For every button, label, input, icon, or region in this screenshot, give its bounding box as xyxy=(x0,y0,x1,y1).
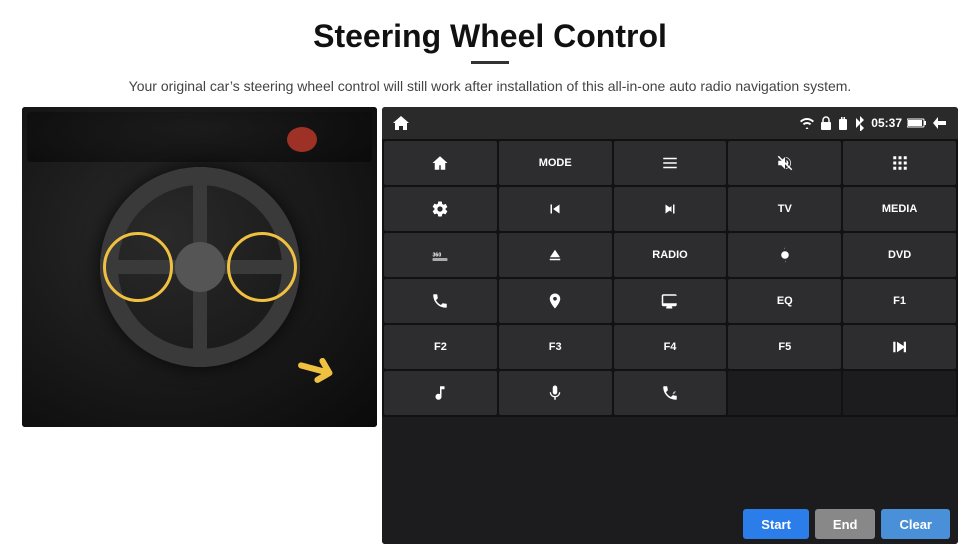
btn-volphone[interactable] xyxy=(614,371,727,415)
360cam-icon: 360 xyxy=(431,246,449,264)
btn-f3[interactable]: F3 xyxy=(499,325,612,369)
steering-wheel-image: ➜ xyxy=(22,107,377,427)
btn-tv[interactable]: TV xyxy=(728,187,841,231)
phone-icon xyxy=(431,292,449,310)
settings-icon xyxy=(431,200,449,218)
status-bar: 05:37 xyxy=(382,107,958,139)
eject-icon xyxy=(546,246,564,264)
brightness-icon xyxy=(776,246,794,264)
top-bar-right: 05:37 xyxy=(799,115,948,131)
btn-home[interactable] xyxy=(384,141,497,185)
btn-playpause[interactable] xyxy=(843,325,956,369)
btn-empty1 xyxy=(728,371,841,415)
btn-nav[interactable] xyxy=(499,279,612,323)
btn-360[interactable]: 360 xyxy=(384,233,497,277)
btn-media[interactable]: MEDIA xyxy=(843,187,956,231)
btn-f1[interactable]: F1 xyxy=(843,279,956,323)
title-divider xyxy=(471,61,509,64)
end-button[interactable]: End xyxy=(815,509,876,539)
mic-icon xyxy=(546,384,564,402)
btn-mode[interactable]: MODE xyxy=(499,141,612,185)
battery-icon xyxy=(907,117,927,129)
sdcard-icon xyxy=(837,116,849,130)
btn-eq[interactable]: EQ xyxy=(728,279,841,323)
lock-icon xyxy=(820,116,832,130)
btn-f4[interactable]: F4 xyxy=(614,325,727,369)
home-btn-icon xyxy=(431,154,449,172)
subtitle: Your original car’s steering wheel contr… xyxy=(60,76,920,97)
header-section: Steering Wheel Control Your original car… xyxy=(0,0,980,107)
list-icon xyxy=(661,154,679,172)
btn-next[interactable] xyxy=(614,187,727,231)
btn-settings[interactable] xyxy=(384,187,497,231)
btn-screen[interactable] xyxy=(614,279,727,323)
btn-empty2 xyxy=(843,371,956,415)
volphone-icon xyxy=(661,384,679,402)
bluetooth-icon xyxy=(854,115,866,131)
control-panel: 05:37 xyxy=(382,107,958,544)
right-control-circle xyxy=(227,232,297,302)
clock: 05:37 xyxy=(871,116,902,130)
btn-f2[interactable]: F2 xyxy=(384,325,497,369)
playpause-icon xyxy=(891,338,909,356)
top-bar-left xyxy=(392,115,410,131)
page-title: Steering Wheel Control xyxy=(60,18,920,55)
btn-mute[interactable] xyxy=(728,141,841,185)
bottom-actions: Start End Clear xyxy=(382,504,958,544)
btn-mic[interactable] xyxy=(499,371,612,415)
home-icon xyxy=(392,115,410,131)
screen-icon xyxy=(661,292,679,310)
btn-radio[interactable]: RADIO xyxy=(614,233,727,277)
button-grid: MODE xyxy=(382,139,958,417)
page: Steering Wheel Control Your original car… xyxy=(0,0,980,544)
nav-icon xyxy=(546,292,564,310)
prev-icon xyxy=(546,200,564,218)
btn-brightness[interactable] xyxy=(728,233,841,277)
wifi-icon xyxy=(799,117,815,129)
btn-eject[interactable] xyxy=(499,233,612,277)
btn-f5[interactable]: F5 xyxy=(728,325,841,369)
left-control-circle xyxy=(103,232,173,302)
btn-prev[interactable] xyxy=(499,187,612,231)
mute-icon xyxy=(776,154,794,172)
svg-text:360: 360 xyxy=(433,253,442,259)
apps-icon xyxy=(891,154,909,172)
btn-list[interactable] xyxy=(614,141,727,185)
next-icon xyxy=(661,200,679,218)
back-icon xyxy=(932,116,948,130)
clear-button[interactable]: Clear xyxy=(881,509,950,539)
btn-apps[interactable] xyxy=(843,141,956,185)
btn-dvd[interactable]: DVD xyxy=(843,233,956,277)
btn-music[interactable] xyxy=(384,371,497,415)
start-button[interactable]: Start xyxy=(743,509,809,539)
music-icon xyxy=(431,384,449,402)
content-area: ➜ xyxy=(0,107,980,544)
btn-phone[interactable] xyxy=(384,279,497,323)
arrow-indicator: ➜ xyxy=(288,335,343,402)
